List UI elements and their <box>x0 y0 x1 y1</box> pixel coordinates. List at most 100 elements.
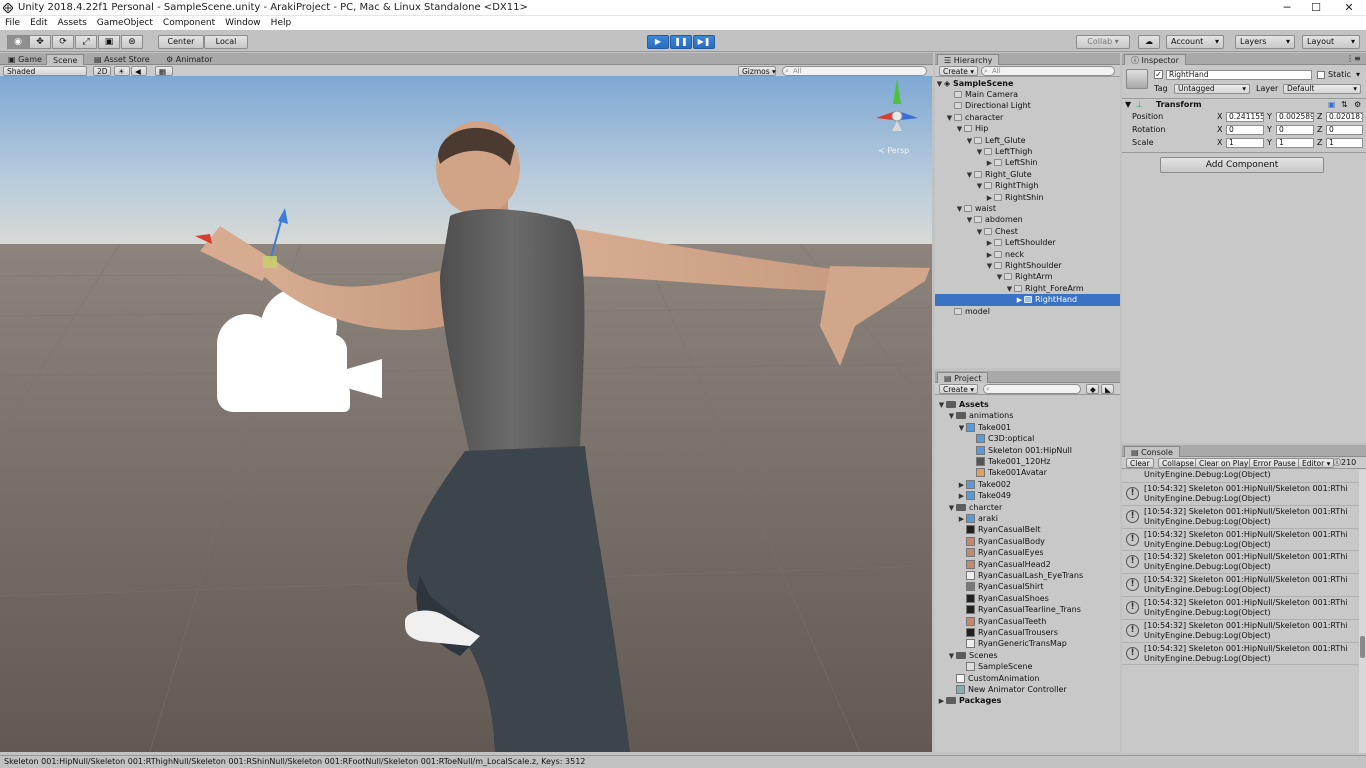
project-create-button[interactable]: Create ▾ <box>939 384 979 394</box>
tab-project[interactable]: ▤ Project <box>937 372 989 383</box>
hierarchy-item[interactable]: ▶ RightHand <box>935 294 1120 306</box>
2d-toggle[interactable]: 2D <box>93 66 111 76</box>
filter-label-button[interactable]: ◣ <box>1101 384 1114 394</box>
hierarchy-search-input[interactable]: ⌕ All <box>981 66 1115 76</box>
project-item[interactable]: RyanCasualBody <box>935 536 1120 547</box>
expand-arrow-icon[interactable]: ▼ <box>955 204 964 215</box>
layout-dropdown[interactable]: Layout ▾ <box>1302 35 1360 49</box>
project-item[interactable]: ▶ Take002 <box>935 479 1120 490</box>
project-item[interactable]: Take001_120Hz <box>935 456 1120 467</box>
layer-dropdown[interactable]: Default ▾ <box>1283 84 1361 94</box>
expand-arrow-icon[interactable]: ▶ <box>1015 295 1024 306</box>
console-log-entry[interactable]: ! [10:54:32] Skeleton 001:HipNull/Skeleto… <box>1122 483 1360 506</box>
rotation-y-field[interactable]: 0 <box>1276 125 1314 135</box>
filter-type-button[interactable]: ◆ <box>1086 384 1099 394</box>
project-item[interactable]: C3D:optical <box>935 433 1120 444</box>
object-name-field[interactable]: RightHand <box>1166 70 1312 80</box>
pivot-center-toggle[interactable]: Center <box>158 35 204 49</box>
project-item[interactable]: RyanCasualTeeth <box>935 616 1120 627</box>
console-log-entry[interactable]: ! [10:54:32] Skeleton 001:HipNull/Skeleto… <box>1122 551 1360 575</box>
project-item[interactable]: SampleScene <box>935 661 1120 672</box>
hierarchy-create-button[interactable]: Create ▾ <box>939 66 979 76</box>
console-log-entry[interactable]: ! [10:54:32] Skeleton 001:HipNull/Skeleto… <box>1122 574 1360 597</box>
console-clear-button[interactable]: Clear <box>1126 458 1154 468</box>
tab-animator[interactable]: ⚙ Animator <box>160 54 219 65</box>
expand-arrow-icon[interactable]: ▼ <box>975 227 984 238</box>
gizmos-dropdown[interactable]: Gizmos ▾ <box>738 66 776 76</box>
static-checkbox[interactable] <box>1317 71 1325 79</box>
hierarchy-item[interactable]: ▼ RightArm <box>935 271 1120 282</box>
console-log-entry[interactable]: ! [10:54:32] Skeleton 001:HipNull/Skeleto… <box>1122 506 1360 529</box>
expand-arrow-icon[interactable]: ▼ <box>957 423 966 434</box>
project-item[interactable]: RyanCasualEyes <box>935 547 1120 558</box>
help-icon[interactable]: ▣ <box>1328 100 1336 110</box>
console-scrollbar[interactable] <box>1359 470 1366 753</box>
project-item[interactable]: RyanGenericTransMap <box>935 638 1120 649</box>
menu-help[interactable]: Help <box>266 16 297 30</box>
foldout-arrow-icon[interactable]: ▼ <box>1125 100 1131 110</box>
hierarchy-item[interactable]: ▶ neck <box>935 249 1120 260</box>
hierarchy-item[interactable]: ▼ Hip <box>935 123 1120 134</box>
expand-arrow-icon[interactable]: ▶ <box>985 250 994 261</box>
project-item[interactable]: CustomAnimation <box>935 673 1120 684</box>
expand-arrow-icon[interactable]: ▶ <box>957 514 966 525</box>
expand-arrow-icon[interactable]: ▶ <box>985 158 994 169</box>
rotation-x-field[interactable]: 0 <box>1226 125 1264 135</box>
audio-toggle[interactable]: ◀ <box>131 66 147 76</box>
tab-hierarchy[interactable]: ☰ Hierarchy <box>937 54 1000 65</box>
hierarchy-item[interactable]: ▼ Chest <box>935 226 1120 237</box>
close-button[interactable]: ✕ <box>1334 0 1364 16</box>
rotation-z-field[interactable]: 0 <box>1326 125 1363 135</box>
console-collapse-button[interactable]: Collapse <box>1158 458 1198 468</box>
position-y-field[interactable]: 0.002589 <box>1276 112 1314 122</box>
project-item[interactable]: RyanCasualBelt <box>935 524 1120 535</box>
hierarchy-item[interactable]: model <box>935 306 1120 317</box>
console-log-entry[interactable]: ! [10:54:32] Skeleton 001:HipNull/Skeleto… <box>1122 643 1360 666</box>
project-item[interactable]: RyanCasualHead2 <box>935 559 1120 570</box>
chevron-down-icon[interactable]: ▾ <box>1356 70 1360 80</box>
project-item[interactable]: ▼ Scenes <box>935 650 1120 661</box>
rotate-tool-button[interactable]: ⟳ <box>52 35 74 49</box>
project-item[interactable]: RyanCasualTrousers <box>935 627 1120 638</box>
hand-tool-button[interactable]: ◉ <box>7 35 29 49</box>
expand-arrow-icon[interactable]: ▼ <box>945 113 954 124</box>
hierarchy-item[interactable]: ▼ Right_Glute <box>935 169 1120 180</box>
pause-button[interactable]: ❚❚ <box>670 35 692 49</box>
expand-arrow-icon[interactable]: ▼ <box>975 181 984 192</box>
menu-window[interactable]: Window <box>220 16 266 30</box>
position-z-field[interactable]: 0.020187 <box>1326 112 1363 122</box>
project-item[interactable]: RyanCasualTearline_Trans <box>935 604 1120 615</box>
project-item[interactable]: New Animator Controller <box>935 684 1120 695</box>
rect-tool-button[interactable]: ▣ <box>98 35 120 49</box>
scene-search-input[interactable]: ⌕ All <box>782 66 927 76</box>
project-item[interactable]: RyanCasualShirt <box>935 581 1120 592</box>
expand-arrow-icon[interactable]: ▶ <box>937 696 946 707</box>
position-x-field[interactable]: 0.241155 <box>1226 112 1264 122</box>
scene-viewport[interactable]: ≺ Persp <box>0 76 932 752</box>
console-log-entry[interactable]: ! [10:54:32] Skeleton 001:HipNull/Skeleto… <box>1122 529 1360 552</box>
project-search-input[interactable]: ⌕ <box>983 384 1081 394</box>
hierarchy-item[interactable]: ▼ Left_Glute <box>935 135 1120 146</box>
console-editor-dropdown[interactable]: Editor ▾ <box>1298 458 1335 468</box>
console-log-entry[interactable]: UnityEngine.Debug:Log(Object) <box>1122 470 1360 483</box>
hierarchy-item[interactable]: ▼ RightThigh <box>935 180 1120 191</box>
project-item[interactable]: RyanCasualShoes <box>935 593 1120 604</box>
menu-gameobject[interactable]: GameObject <box>92 16 158 30</box>
scale-z-field[interactable]: 1 <box>1326 138 1363 148</box>
menu-component[interactable]: Component <box>158 16 220 30</box>
hierarchy-item[interactable]: Main Camera <box>935 89 1120 100</box>
collab-dropdown[interactable]: Collab ▾ <box>1076 35 1130 49</box>
cloud-button[interactable]: ☁ <box>1138 35 1160 49</box>
project-item[interactable]: ▼ charcter <box>935 502 1120 513</box>
effects-dropdown[interactable]: ▦ <box>155 66 173 76</box>
move-tool-button[interactable]: ✥ <box>29 35 51 49</box>
tag-dropdown[interactable]: Untagged ▾ <box>1174 84 1250 94</box>
scale-y-field[interactable]: 1 <box>1276 138 1314 148</box>
active-checkbox[interactable]: ✓ <box>1154 70 1163 79</box>
expand-arrow-icon[interactable]: ▼ <box>947 651 956 662</box>
expand-arrow-icon[interactable]: ▼ <box>947 411 956 422</box>
expand-arrow-icon[interactable]: ▶ <box>985 238 994 249</box>
project-item[interactable]: ▶ Packages <box>935 695 1120 706</box>
hierarchy-item[interactable]: ▼ character <box>935 112 1120 123</box>
scale-tool-button[interactable]: ⤢ <box>75 35 97 49</box>
